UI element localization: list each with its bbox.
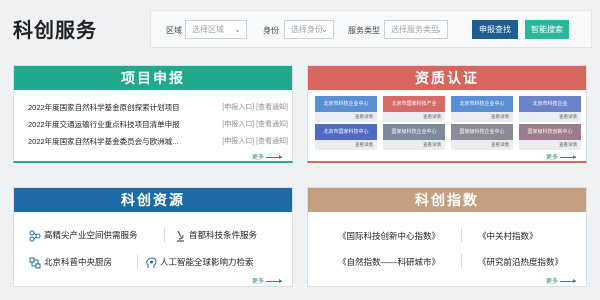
resource-label: 人工智能全球影响力检索 <box>160 257 254 267</box>
project-title: 项目申报 <box>14 66 292 90</box>
more-link[interactable]: 更多 <box>252 276 282 285</box>
service-type-label: 服务类型 <box>348 26 380 35</box>
identity-label: 身份 <box>263 26 279 35</box>
chevron-down-icon: ⌄ <box>234 25 241 34</box>
resource-label: 北京科普中央厨房 <box>44 257 113 267</box>
qualification-item-label: 北京市国家科技产业 <box>383 96 445 112</box>
chevron-down-icon: ⌄ <box>321 25 328 34</box>
index-card: 科创指数 《国际科技创新中心指数》 《中关村指数》 《自然指数——科研城市》 《… <box>307 187 587 287</box>
divider <box>164 228 165 242</box>
qualification-title: 资质认证 <box>308 66 586 90</box>
more-label: 更多 <box>545 155 558 161</box>
qualification-item-label: 国家级科技企业中心 <box>451 124 513 140</box>
arrow-right-icon <box>266 154 282 159</box>
project-row-text: 2022年度国家自然科学基金委员会与欧洲城... <box>28 137 179 146</box>
list-item[interactable]: 2022年度国家自然科学基金原创探索计划项目 [申报入口] [查看通知] <box>28 102 288 114</box>
index-item[interactable]: 《国际科技创新中心指数》 <box>338 230 440 242</box>
arrow-right-icon <box>266 278 282 283</box>
qualification-item-footer[interactable]: 查看详情 <box>519 140 581 150</box>
divider <box>461 254 462 268</box>
region-placeholder: 选择区域 <box>192 25 224 34</box>
smart-search-button[interactable]: 智能搜索 <box>525 20 569 39</box>
more-label: 更多 <box>545 279 558 285</box>
region-select[interactable]: 选择区域 ⌄ <box>185 20 247 39</box>
index-title: 科创指数 <box>308 188 586 212</box>
resource-label: 高精尖产业空间供需服务 <box>44 230 138 240</box>
qualification-item-label: 北京市科技企业中心 <box>451 96 513 112</box>
list-item[interactable]: 2022年度交通运输行业重点科技项目清单申报 [申报入口] [查看通知] <box>28 119 288 131</box>
kitchen-icon <box>29 257 41 269</box>
resource-item[interactable]: 首都科技条件服务 <box>174 229 257 242</box>
qualification-item-label: 北京市国家科技中心 <box>315 124 377 140</box>
qualification-item-label: 国家级科技企业中心 <box>383 124 445 140</box>
chevron-down-icon: ⌄ <box>435 25 442 34</box>
microscope-icon <box>177 230 184 242</box>
more-link[interactable]: 更多 <box>252 152 282 161</box>
more-label: 更多 <box>251 155 264 161</box>
qualification-item[interactable]: 北京市国家科技产业 查看详情 <box>383 96 445 122</box>
project-row-tag[interactable]: [申报入口] [查看通知] <box>222 119 288 129</box>
index-item[interactable]: 《自然指数——科研城市》 <box>338 256 440 268</box>
project-row-tag[interactable]: [申报入口] [查看通知] <box>222 136 288 146</box>
qualification-item-footer[interactable]: 查看详情 <box>383 112 445 122</box>
search-button[interactable]: 申报查找 <box>472 20 518 39</box>
resources-title: 科创资源 <box>14 188 292 212</box>
more-link[interactable]: 更多 <box>546 276 576 285</box>
qualification-item-footer[interactable]: 查看详情 <box>519 112 581 122</box>
resource-label: 首都科技条件服务 <box>189 230 258 240</box>
arrow-right-icon <box>560 154 576 159</box>
more-label: 更多 <box>251 279 264 285</box>
resource-item[interactable]: 北京科普中央厨房 <box>29 256 112 269</box>
nodes-icon <box>29 230 41 242</box>
qualification-item[interactable]: 国家级科技企业中心 查看详情 <box>383 124 445 150</box>
identity-placeholder: 选择身份 <box>291 25 323 34</box>
project-row-text: 2022年度国家自然科学基金原创探索计划项目 <box>28 103 180 112</box>
more-link[interactable]: 更多 <box>546 152 576 161</box>
head-ai-icon <box>146 257 157 268</box>
filter-bar: 区域 选择区域 ⌄ 身份 选择身份 ⌄ 服务类型 选择服务类型 ⌄ 申报查找 智… <box>150 10 592 48</box>
qualification-item-label: 国家级科技创新中心 <box>519 124 581 140</box>
qualification-card: 资质认证 北京市科技企业中心 查看详情 北京市国家科技产业 查看详情 北京市科技企业中心… <box>307 65 587 163</box>
qualification-item[interactable]: 北京市科技企业中心 查看详情 <box>451 96 513 122</box>
qualification-item-footer[interactable]: 查看详情 <box>315 112 377 122</box>
list-item[interactable]: 2022年度国家自然科学基金委员会与欧洲城... [申报入口] [查看通知] <box>28 136 288 148</box>
qualification-item-footer[interactable]: 查看详情 <box>451 140 513 150</box>
qualification-item-label: 北京市科技企业中心 <box>315 96 377 112</box>
qualification-item-footer[interactable]: 查看详情 <box>383 140 445 150</box>
service-type-placeholder: 选择服务类型 <box>391 25 439 34</box>
page-title: 科创服务 <box>13 20 97 42</box>
resource-item[interactable]: 人工智能全球影响力检索 <box>145 256 254 269</box>
divider <box>137 255 138 269</box>
qualification-item[interactable]: 国家级科技企业中心 查看详情 <box>451 124 513 150</box>
index-item[interactable]: 《中关村指数》 <box>478 230 538 242</box>
qualification-item[interactable]: 北京市科技企业 查看详情 <box>519 96 581 122</box>
project-row-tag[interactable]: [申报入口] [查看通知] <box>222 102 288 112</box>
arrow-right-icon <box>560 278 576 283</box>
qualification-item-label: 北京市科技企业 <box>519 96 581 112</box>
project-card: 项目申报 2022年度国家自然科学基金原创探索计划项目 [申报入口] [查看通知… <box>13 65 293 163</box>
resources-card: 科创资源 高精尖产业空间供需服务 首都科技条件服务 北京科普中央厨房 人工智能全… <box>13 187 293 287</box>
identity-select[interactable]: 选择身份 ⌄ <box>284 20 334 39</box>
qualification-item[interactable]: 国家级科技创新中心 查看详情 <box>519 124 581 150</box>
service-type-select[interactable]: 选择服务类型 ⌄ <box>384 20 448 39</box>
qualification-item[interactable]: 北京市科技企业中心 查看详情 <box>315 96 377 122</box>
region-label: 区域 <box>166 26 182 35</box>
index-item[interactable]: 《研究前沿热度指数》 <box>478 256 563 268</box>
qualification-item-footer[interactable]: 查看详情 <box>451 112 513 122</box>
project-row-text: 2022年度交通运输行业重点科技项目清单申报 <box>28 120 180 129</box>
resource-item[interactable]: 高精尖产业空间供需服务 <box>29 229 138 242</box>
qualification-item-footer[interactable]: 查看详情 <box>315 140 377 150</box>
divider <box>461 228 462 242</box>
qualification-item[interactable]: 北京市国家科技中心 查看详情 <box>315 124 377 150</box>
